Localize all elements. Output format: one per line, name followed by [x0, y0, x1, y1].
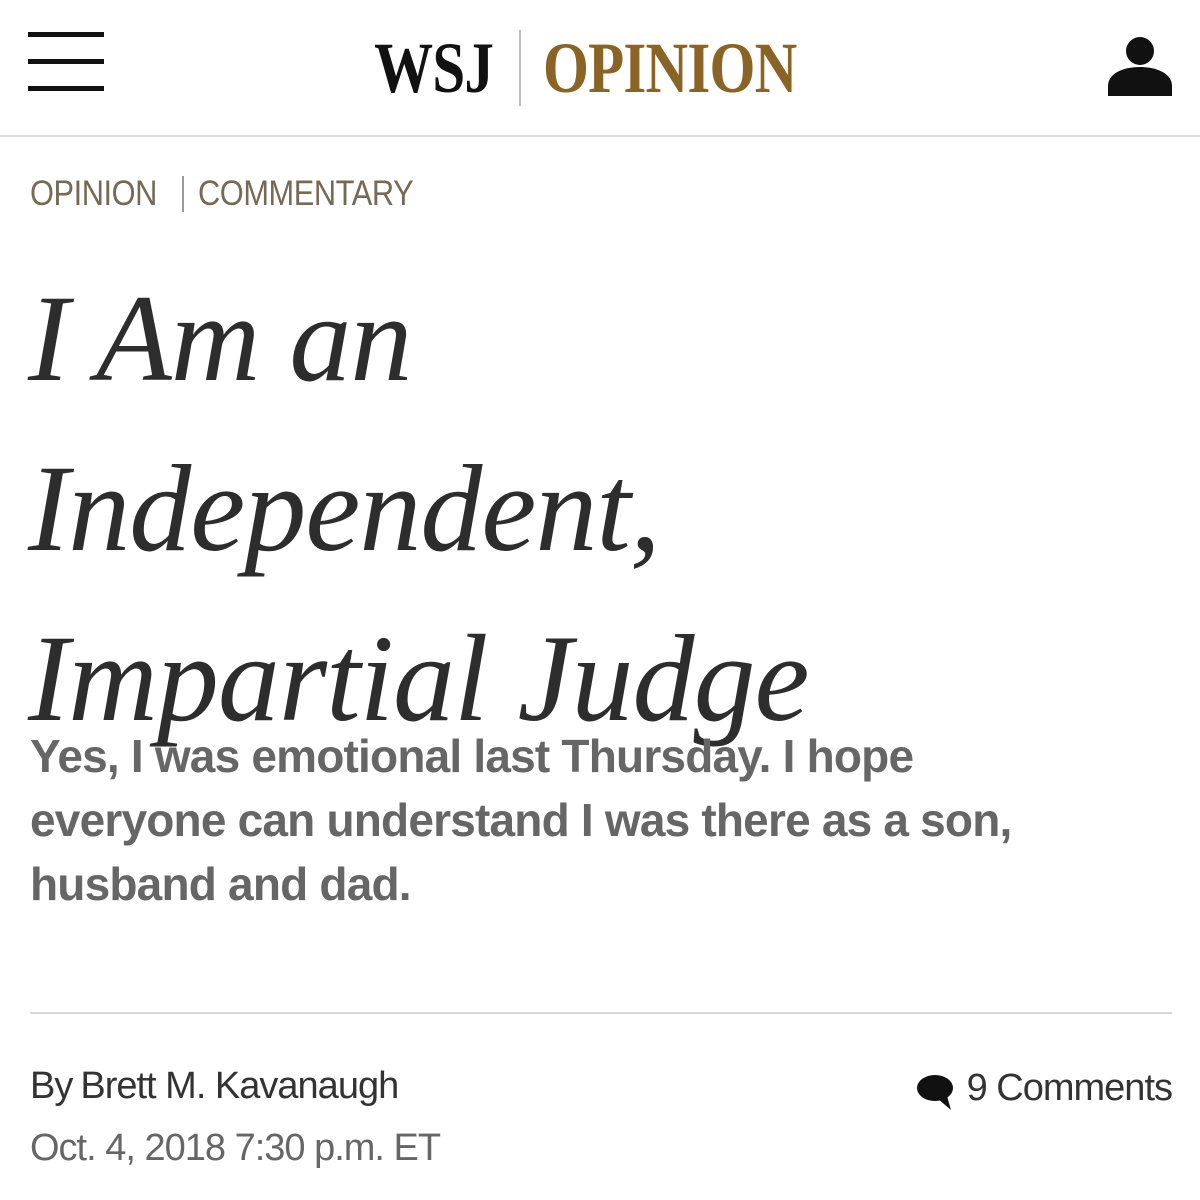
article-subheadline: Yes, I was emotional last Thursday. I ho…	[30, 724, 1180, 916]
section-breadcrumb: OPINION COMMENTARY	[30, 172, 443, 216]
speech-bubble-icon	[915, 1070, 957, 1112]
brand-section-opinion[interactable]: OPINION	[543, 28, 797, 108]
brand-logo[interactable]: WSJ OPINION	[0, 28, 1200, 108]
subheadline-line: everyone can understand I was there as a…	[30, 794, 1012, 846]
divider-rule	[30, 1012, 1172, 1014]
top-header: WSJ OPINION	[0, 0, 1200, 137]
byline-prefix: By	[30, 1065, 73, 1107]
headline-line: Independent,	[28, 440, 661, 577]
user-account-icon[interactable]	[1106, 34, 1174, 96]
section-link-commentary[interactable]: COMMENTARY	[198, 172, 414, 216]
section-divider	[182, 176, 185, 212]
brand-wsj[interactable]: WSJ	[374, 28, 494, 108]
article-headline: I Am an Independent, Impartial Judge	[28, 254, 1168, 764]
byline: By Brett M. Kavanaugh	[30, 1060, 399, 1112]
section-link-opinion[interactable]: OPINION	[30, 172, 157, 216]
comments-button[interactable]: 9 Comments	[900, 1062, 1173, 1114]
comments-count[interactable]: 9 Comments	[967, 1062, 1173, 1114]
publish-timestamp: Oct. 4, 2018 7:30 p.m. ET	[30, 1127, 441, 1169]
subheadline-line: husband and dad.	[30, 858, 412, 910]
brand-divider	[519, 30, 521, 106]
subheadline-line: Yes, I was emotional last Thursday. I ho…	[30, 730, 914, 782]
headline-line: I Am an	[28, 270, 412, 407]
user-silhouette-icon	[1108, 37, 1172, 96]
author-link[interactable]: Brett M. Kavanaugh	[80, 1060, 399, 1112]
